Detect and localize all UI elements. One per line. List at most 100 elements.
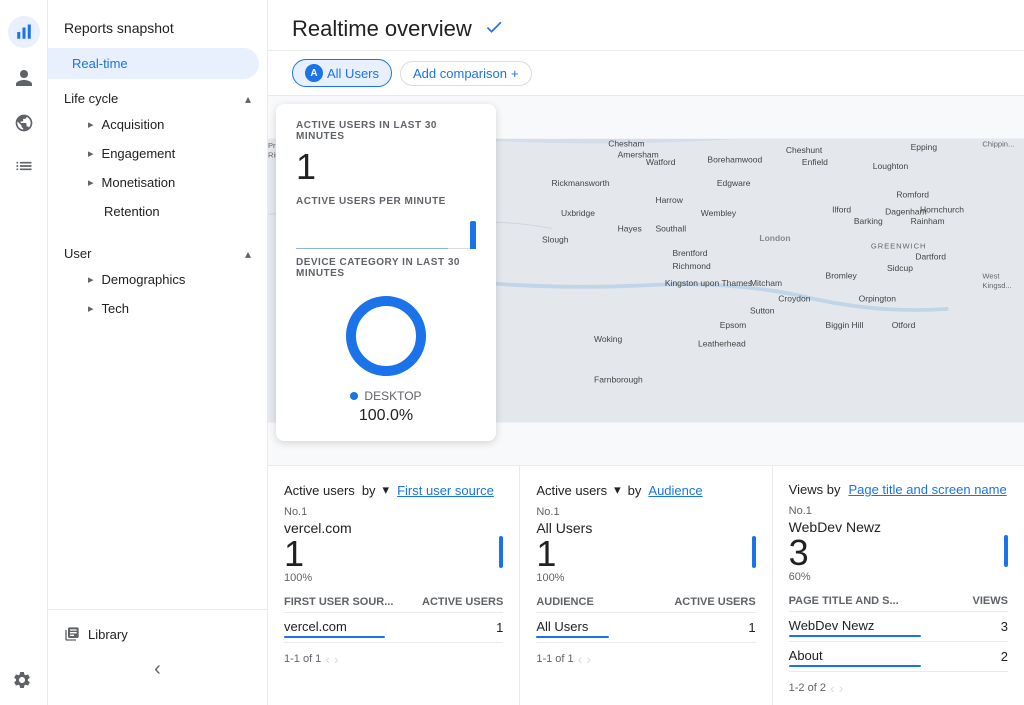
card1-dimension-link[interactable]: First user source [397, 483, 494, 498]
sidebar-item-acquisition[interactable]: ▸ Acquisition [48, 110, 259, 139]
table-row: vercel.com1 [284, 613, 503, 643]
map-section: Cheshunt Epping Watford Borehamwood Enfi… [268, 96, 1024, 465]
svg-text:Farnborough: Farnborough [594, 375, 643, 385]
svg-text:GREENWICH: GREENWICH [871, 241, 926, 250]
table-cell-bar [789, 665, 922, 667]
lifecycle-chevron-up: ▴ [245, 92, 251, 106]
settings-button[interactable] [12, 670, 32, 693]
sidebar-item-demographics[interactable]: ▸ Demographics [48, 265, 259, 294]
svg-text:Woking: Woking [594, 334, 622, 344]
card2-bar-indicator [752, 536, 756, 568]
card2-col2-header: ACTIVE USERS [627, 592, 756, 613]
lifecycle-title: Life cycle [64, 91, 118, 106]
collapse-sidebar-button[interactable]: ‹ [48, 650, 267, 689]
svg-text:London: London [759, 233, 790, 243]
card1-title-chevron: ▾ [383, 482, 390, 498]
sidebar-item-tech[interactable]: ▸ Tech [48, 294, 259, 323]
svg-text:Sidcup: Sidcup [887, 263, 913, 273]
card3-dimension-link[interactable]: Page title and screen name [848, 482, 1006, 497]
svg-text:Cheshunt: Cheshunt [786, 145, 823, 155]
card3-prev-button[interactable]: ‹ [830, 680, 835, 696]
donut-chart [341, 291, 431, 381]
card2-next-button[interactable]: › [586, 651, 591, 667]
table-cell-dim: About [789, 642, 955, 672]
card3-next-button[interactable]: › [839, 680, 844, 696]
sidebar-item-monetisation[interactable]: ▸ Monetisation [48, 168, 259, 197]
card3-top-percent: 60% [789, 571, 881, 583]
card3-table: PAGE TITLE AND S... VIEWS WebDev Newz3Ab… [789, 591, 1008, 672]
card2-dimension-link[interactable]: Audience [648, 483, 702, 498]
table-cell-val: 1 [410, 613, 504, 643]
demographics-label: Demographics [102, 272, 186, 287]
sidebar-section-lifecycle[interactable]: Life cycle ▴ [48, 79, 267, 110]
card1-prev-button[interactable]: ‹ [325, 651, 330, 667]
card3-rank: No.1 [789, 505, 1008, 517]
table-cell-val: 1 [627, 613, 756, 643]
sidebar: Reports snapshot Real-time Life cycle ▴ … [48, 0, 268, 705]
page-title: Realtime overview [292, 16, 472, 42]
card3-top-number: 3 [789, 535, 881, 571]
engagement-chevron: ▸ [88, 147, 94, 160]
sidebar-item-realtime[interactable]: Real-time [48, 48, 259, 79]
svg-text:Southall: Southall [655, 223, 686, 233]
svg-text:Rickmansworth: Rickmansworth [552, 178, 610, 188]
card3-title-prefix: Views by [789, 482, 841, 497]
table-cell-bar [284, 636, 385, 638]
card-first-user-source: Active users by ▾ First user source No.1… [268, 466, 520, 705]
table-cell-bar [789, 635, 922, 637]
svg-text:Leatherhead: Leatherhead [698, 339, 746, 349]
card3-pagination-text: 1-2 of 2 [789, 682, 826, 694]
sidebar-item-engagement[interactable]: ▸ Engagement [48, 139, 259, 168]
monetisation-label: Monetisation [102, 175, 176, 190]
active-users-label: ACTIVE USERS IN LAST 30 MINUTES [296, 120, 476, 142]
add-comparison-button[interactable]: Add comparison + [400, 61, 532, 86]
table-cell-bar [536, 636, 609, 638]
table-cell-dim: All Users [536, 613, 627, 643]
svg-text:Romford: Romford [896, 189, 929, 199]
svg-text:Kingston upon Thames: Kingston upon Thames [665, 278, 752, 288]
sidebar-library[interactable]: Library [48, 618, 267, 650]
table-row: All Users1 [536, 613, 755, 643]
all-users-label: All Users [327, 66, 379, 81]
active-per-minute-label: ACTIVE USERS PER MINUTE [296, 196, 476, 207]
card1-next-button[interactable]: › [334, 651, 339, 667]
svg-text:Mitcham: Mitcham [750, 278, 782, 288]
card2-col1-header: AUDIENCE [536, 592, 627, 613]
donut-legend-label: DESKTOP [364, 389, 421, 403]
svg-text:Brentford: Brentford [672, 248, 707, 258]
filter-bar: A All Users Add comparison + [268, 51, 1024, 96]
svg-text:Hayes: Hayes [618, 223, 642, 233]
card-page-title: Views by Page title and screen name No.1… [773, 466, 1024, 705]
svg-text:Harrow: Harrow [655, 195, 683, 205]
demographics-chevron: ▸ [88, 273, 94, 286]
svg-text:Dartford: Dartford [915, 252, 946, 262]
svg-text:Edgware: Edgware [717, 178, 751, 188]
audience-icon[interactable] [14, 68, 34, 93]
svg-text:Richmond: Richmond [672, 261, 711, 271]
card1-pagination: 1-1 of 1 ‹ › [284, 651, 503, 667]
sidebar-header: Reports snapshot [48, 8, 267, 48]
monetisation-chevron: ▸ [88, 176, 94, 189]
svg-text:Wembley: Wembley [701, 208, 737, 218]
card2-table: AUDIENCE ACTIVE USERS All Users1 [536, 592, 755, 643]
card2-title: Active users ▾ by Audience [536, 482, 755, 498]
card3-col1-header: PAGE TITLE AND S... [789, 591, 955, 612]
all-users-chip[interactable]: A All Users [292, 59, 392, 87]
card2-prev-button[interactable]: ‹ [578, 651, 583, 667]
card2-pagination-text: 1-1 of 1 [536, 653, 573, 665]
svg-text:Uxbridge: Uxbridge [561, 208, 595, 218]
sidebar-item-retention[interactable]: Retention [48, 197, 259, 226]
svg-text:Dagenham: Dagenham [885, 206, 927, 216]
svg-text:Slough: Slough [542, 235, 569, 245]
svg-text:Otford: Otford [892, 320, 916, 330]
avatar: A [305, 64, 323, 82]
card2-chevron: ▾ [614, 482, 621, 498]
card1-pagination-text: 1-1 of 1 [284, 653, 321, 665]
content-area: Cheshunt Epping Watford Borehamwood Enfi… [268, 96, 1024, 705]
list-icon[interactable] [14, 156, 34, 179]
globe-icon[interactable] [14, 113, 34, 136]
bottom-cards-row: Active users by ▾ First user source No.1… [268, 465, 1024, 705]
analytics-icon[interactable] [8, 16, 40, 48]
card1-top-number: 1 [284, 536, 352, 572]
sidebar-section-user[interactable]: User ▴ [48, 234, 267, 265]
